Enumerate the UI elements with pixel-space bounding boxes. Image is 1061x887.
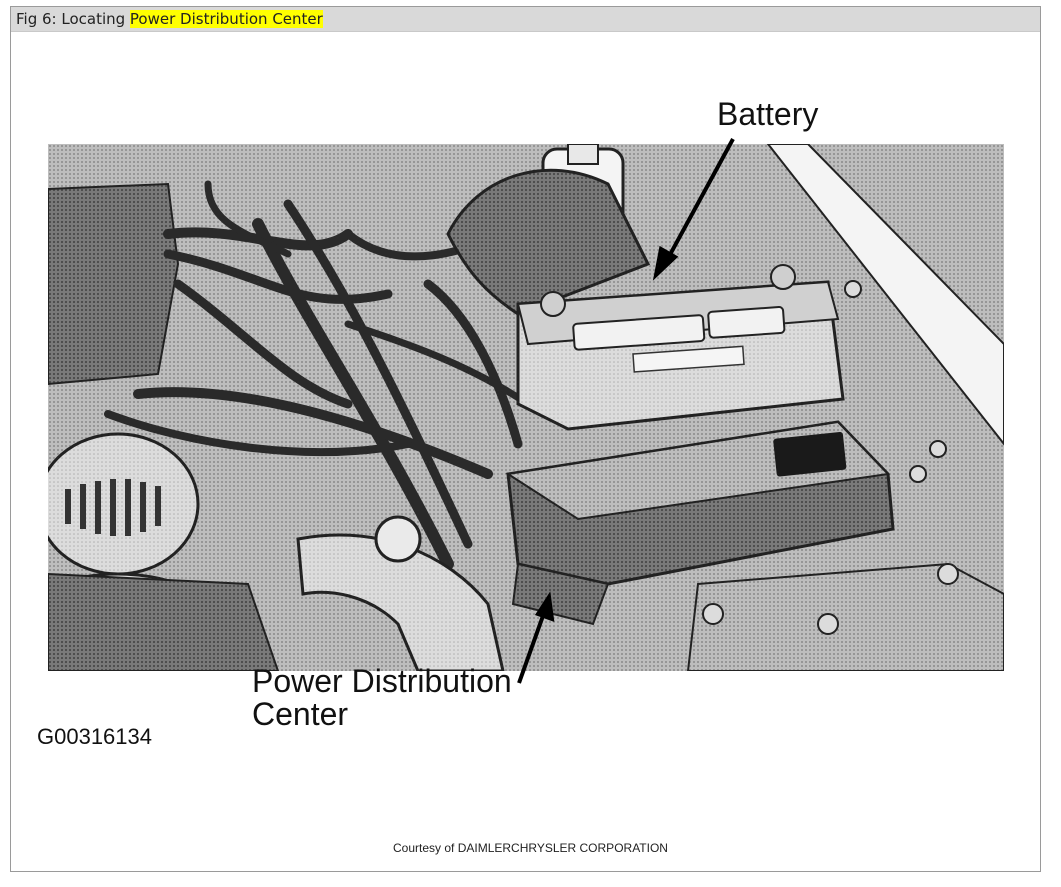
- figure-frame: Fig 6: Locating Power Distribution Cente…: [10, 6, 1041, 872]
- courtesy-caption: Courtesy of DAIMLERCHRYSLER CORPORATION: [393, 841, 668, 855]
- figure-id: G00316134: [37, 724, 152, 749]
- pdc-label-line1: Power Distribution: [252, 663, 512, 699]
- battery-label: Battery: [717, 96, 819, 132]
- title-bar: Fig 6: Locating Power Distribution Cente…: [11, 7, 1040, 32]
- figure-title: Fig 6: Locating Power Distribution Cente…: [16, 10, 323, 28]
- title-highlight: Power Distribution Center: [129, 10, 323, 28]
- title-prefix: Fig 6: Locating: [16, 10, 130, 28]
- pdc-label-line2: Center: [252, 696, 349, 732]
- engine-bay-illustration: [48, 144, 1004, 671]
